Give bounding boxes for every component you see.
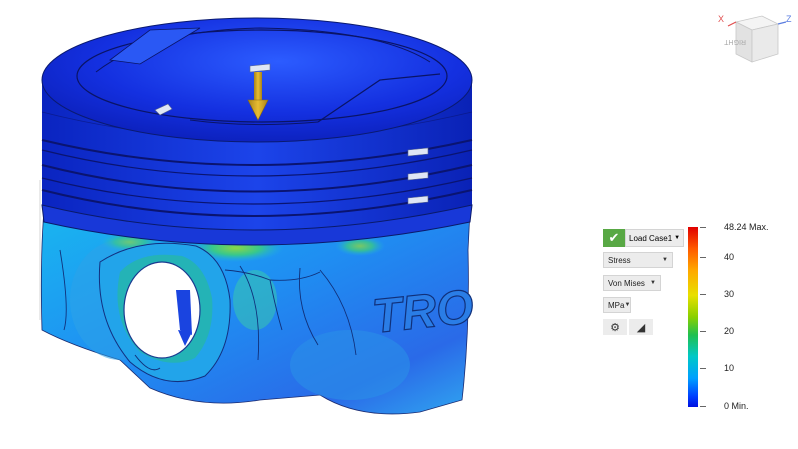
axis-z-label: Z (786, 14, 792, 24)
result-type-dropdown[interactable]: Stress ▼ (603, 252, 673, 268)
legend-tools: ⚙ ◢ (603, 319, 653, 335)
load-case-check-icon[interactable]: ✔ (603, 229, 625, 247)
chevron-down-icon: ▼ (624, 302, 631, 308)
viewcube[interactable]: RIGHT (714, 8, 794, 70)
unit-label: MPa (608, 300, 625, 310)
legend-tick (700, 406, 706, 407)
gear-icon[interactable]: ⚙ (603, 319, 627, 335)
stress-type-dropdown[interactable]: Von Mises ▼ (603, 275, 661, 291)
load-case-row: ✔ Load Case1 ▼ (603, 229, 685, 247)
chevron-down-icon: ▼ (674, 235, 681, 241)
legend-min-label: 0 Min. (724, 401, 749, 411)
legend-max-label: 48.24 Max. (724, 222, 769, 232)
result-type-label: Stress (608, 255, 631, 265)
legend-tick (700, 257, 706, 258)
legend-tick (700, 227, 706, 228)
skirt-engraving: TRO (370, 280, 476, 343)
legend-tick (700, 294, 706, 295)
unit-dropdown[interactable]: MPa ▼ (603, 297, 631, 313)
3d-viewport[interactable]: TRO (0, 0, 798, 449)
color-legend-bar[interactable] (688, 227, 698, 407)
stress-type-label: Von Mises (608, 278, 645, 288)
wrist-pin-boss (98, 242, 231, 382)
chevron-down-icon: ▼ (650, 280, 656, 286)
load-case-dropdown[interactable]: Load Case1 ▼ (625, 229, 685, 247)
legend-tick-label: 40 (724, 252, 735, 262)
legend-tick (700, 331, 706, 332)
axis-x-label: X (718, 14, 725, 24)
legend-tick (700, 368, 706, 369)
viewcube-face-label: RIGHT (724, 38, 747, 45)
load-case-label: Load Case1 (629, 233, 673, 243)
legend-tick-label: 10 (724, 363, 735, 373)
legend-scale-icon[interactable]: ◢ (629, 319, 653, 335)
legend-tick-label: 20 (724, 326, 735, 336)
legend-tick-label: 30 (724, 289, 735, 299)
chevron-down-icon: ▼ (662, 257, 668, 263)
